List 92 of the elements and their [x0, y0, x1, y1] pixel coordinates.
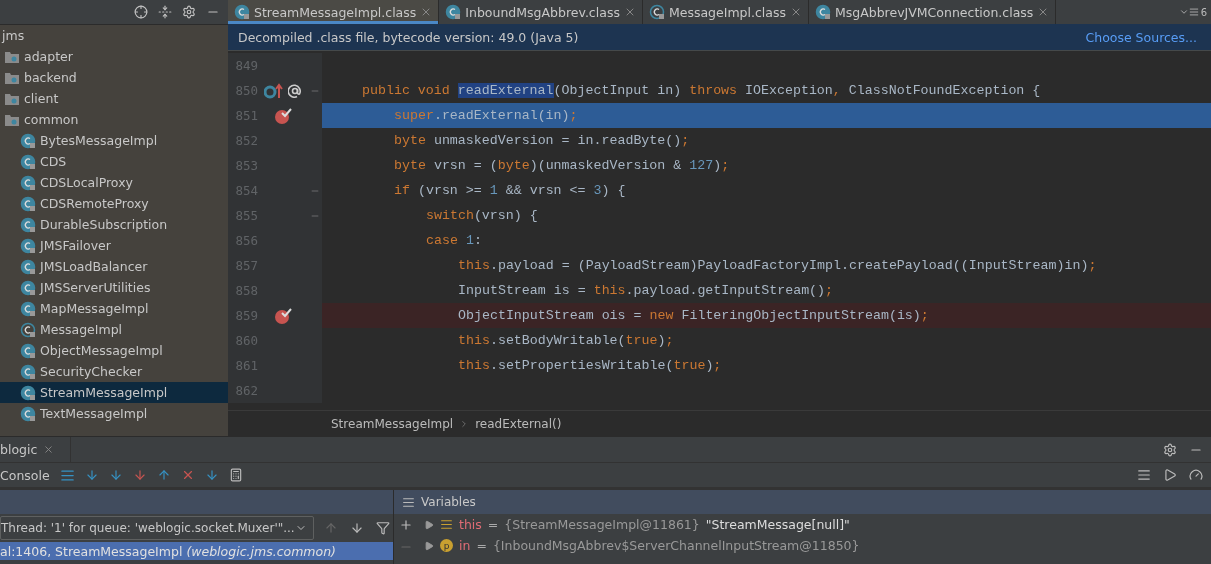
package-folder-icon [4, 112, 20, 127]
tree-item[interactable]: BytesMessageImpl [0, 130, 228, 151]
choose-sources-link[interactable]: Choose Sources... [1085, 29, 1197, 45]
class-icon [20, 342, 36, 359]
tree-item[interactable]: JMSServerUtilities [0, 277, 228, 298]
abstract-class-icon [20, 321, 36, 338]
class-icon [814, 4, 831, 20]
step-over-icon[interactable] [84, 468, 99, 482]
calculator-icon[interactable] [228, 468, 243, 482]
class-icon [20, 132, 36, 149]
add-icon[interactable] [399, 518, 413, 532]
settings-icon[interactable] [1163, 442, 1177, 457]
expand-icon [424, 519, 434, 530]
step-into-icon[interactable] [108, 468, 123, 482]
thread-dropdown[interactable]: Thread: '1' for queue: 'weblogic.socket.Muxer'"... [0, 516, 314, 540]
expand-icon [424, 540, 434, 551]
code-line: InputStream is = this.payload.getInputStream(); [458, 283, 834, 298]
breakpoint-icon[interactable] [274, 306, 292, 325]
class-icon [20, 363, 36, 380]
list-icon[interactable] [1137, 468, 1151, 482]
stack-frame[interactable]: al:1406, StreamMessageImpl (weblogic.jms.common) [0, 542, 393, 560]
force-step-into-icon[interactable] [132, 468, 147, 482]
class-icon [445, 4, 462, 20]
debug-tab[interactable]: blogic [0, 437, 72, 462]
field-icon: p [440, 539, 453, 552]
class-icon [20, 300, 36, 317]
collapse-icon[interactable] [158, 5, 172, 19]
implements-icon [264, 82, 286, 99]
tree-item[interactable]: common [0, 109, 228, 130]
abstract-class-icon [648, 4, 665, 20]
code-line: byte unmaskedVersion = in.readByte(); [394, 133, 690, 148]
tree-item[interactable]: CDSLocalProxy [0, 172, 228, 193]
variable-row[interactable]: this = {StreamMessageImpl@11861} "StreamMessage[null]" [418, 514, 1211, 535]
list-icon [402, 495, 415, 509]
code-line: switch(vrsn) { [426, 208, 538, 223]
tree-item[interactable]: CDSRemoteProxy [0, 193, 228, 214]
banner-text: Decompiled .class file, bytecode version: 49.0 (Java 5) [238, 29, 579, 45]
class-icon [234, 4, 250, 20]
breakpoint-icon[interactable] [274, 106, 292, 125]
code-line: ObjectInputStream ois = new FilteringObjectInputStream(is); [458, 308, 929, 323]
frames-icon[interactable] [59, 467, 75, 483]
class-icon [20, 153, 36, 170]
tree-item[interactable]: MapMessageImpl [0, 298, 228, 319]
code-line: byte vrsn = (byte)(unmaskedVersion & 127); [394, 158, 730, 173]
code-line: if (vrsn >= 1 && vrsn <= 3) { [394, 183, 626, 198]
class-icon [20, 174, 36, 191]
tree-item[interactable]: CDS [0, 151, 228, 172]
tree-item[interactable]: adapter [0, 46, 228, 67]
tree-item[interactable]: ObjectMessageImpl [0, 340, 228, 361]
annotation-icon [288, 83, 302, 98]
class-icon [20, 384, 36, 401]
class-icon [20, 258, 36, 275]
locate-icon[interactable] [134, 5, 148, 19]
tree-item[interactable]: TextMessageImpl [0, 403, 228, 424]
filter-icon[interactable] [375, 521, 390, 535]
tab-count: 6 [1200, 6, 1207, 18]
tree-item[interactable]: JMSFailover [0, 235, 228, 256]
step-out-icon[interactable] [156, 468, 171, 482]
tree-item[interactable]: client [0, 88, 228, 109]
breadcrumb-item[interactable]: StreamMessageImpl [331, 416, 454, 431]
tree-item[interactable]: SecurityChecker [0, 361, 228, 382]
class-icon [20, 237, 36, 254]
code-line: public void readExternal(ObjectInput in) throws IOException, ClassNotFoundException { [362, 83, 1041, 98]
tree-item[interactable]: DurableSubscription [0, 214, 228, 235]
package-folder-icon [4, 70, 20, 85]
code-line: this.setPropertiesWritable(true); [458, 358, 722, 373]
object-icon [440, 518, 453, 531]
code-line: super.readExternal(in); [394, 108, 578, 123]
gauge-icon[interactable] [1189, 468, 1203, 482]
package-folder-icon [4, 49, 20, 64]
code-line: this.payload = (PayloadStream)PayloadFactoryImpl.createPayload((InputStream)in); [458, 258, 1097, 273]
variable-row[interactable]: p in = {InboundMsgAbbrev$ServerChannelInputStream@11850} [418, 535, 1211, 556]
tree-item[interactable]: backend [0, 67, 228, 88]
tree-item[interactable]: JMSLoadBalancer [0, 256, 228, 277]
breadcrumb-item[interactable]: readExternal() [475, 416, 562, 431]
tree-item[interactable]: StreamMessageImpl [0, 382, 228, 403]
run-to-cursor-icon[interactable] [204, 468, 219, 482]
tree-item[interactable]: MessageImpl [0, 319, 228, 340]
variables-title: Variables [421, 495, 476, 509]
package-folder-icon [4, 91, 20, 106]
tab-list-icon[interactable] [1178, 7, 1199, 17]
close-icon[interactable] [43, 444, 55, 455]
settings-icon[interactable] [182, 5, 196, 19]
tree-root[interactable]: jms [2, 28, 25, 43]
code-line: case 1: [426, 233, 482, 248]
code-line: this.setBodyWritable(true); [458, 333, 674, 348]
class-icon [20, 195, 36, 212]
console-tab[interactable]: Console [0, 467, 50, 483]
class-icon [20, 405, 36, 422]
class-icon [20, 216, 36, 233]
editor-tab[interactable]: StreamMessageImpl.class [228, 0, 440, 24]
class-icon [20, 279, 36, 296]
